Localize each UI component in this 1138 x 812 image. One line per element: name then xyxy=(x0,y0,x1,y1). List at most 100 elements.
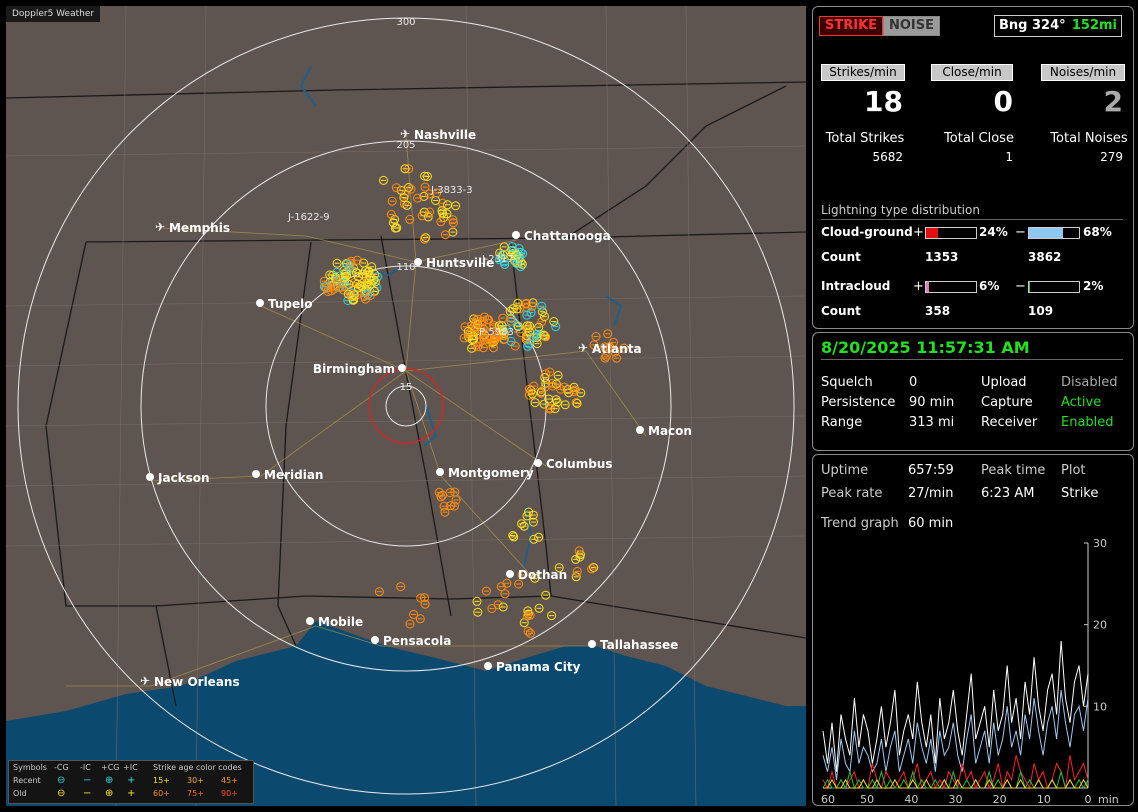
legend-recent-label: Recent xyxy=(13,776,41,785)
strike-marker xyxy=(374,587,384,597)
strike-marker xyxy=(405,619,415,629)
city-name: Columbus xyxy=(546,457,613,471)
y-tick-label: 10 xyxy=(1093,700,1107,713)
map-canvas[interactable]: 300 205 110 15 ✈ Nashville ✈ Memphis Chattan… xyxy=(6,6,806,806)
status-label-2: Range xyxy=(821,415,863,430)
strike-marker xyxy=(379,175,388,185)
strike-button[interactable]: STRIKE xyxy=(819,16,884,36)
status-label2-0: Upload xyxy=(981,375,1027,390)
strike-marker xyxy=(560,400,570,410)
strikes-per-min-header: Strikes/min xyxy=(821,64,905,81)
ic-minus-sign: − xyxy=(1015,279,1026,294)
total-noises-value: 279 xyxy=(1100,150,1123,164)
stats-panel: Uptime 657:59 Peak time Plot Peak rate 2… xyxy=(812,454,1134,806)
noise-button[interactable]: NOISE xyxy=(883,16,941,36)
airport-icon: ✈ xyxy=(140,674,150,688)
legend-age-60: 60+ xyxy=(153,789,170,798)
intracloud-label: Intracloud xyxy=(821,279,891,293)
current-datetime: 8/20/2025 11:57:31 AM xyxy=(821,338,1030,357)
strike-marker xyxy=(549,317,559,326)
strike-marker xyxy=(440,230,450,240)
ic-count-label: Count xyxy=(821,304,861,318)
city-tupelo: Tupelo xyxy=(256,297,313,311)
uptime-value: 657:59 xyxy=(908,463,954,478)
strike-marker xyxy=(481,586,491,596)
strike-marker xyxy=(425,207,435,217)
peak-rate-value: 27/min xyxy=(908,486,954,501)
strike-marker xyxy=(534,603,544,613)
city-pensacola: Pensacola xyxy=(371,634,451,648)
city-name: Panama City xyxy=(496,660,581,674)
city-memphis: ✈ Memphis xyxy=(155,220,230,235)
city-dot xyxy=(588,640,596,648)
rates-panel: STRIKE NOISE Bng 324° 152mi Strikes/min … xyxy=(812,6,1134,329)
ic-positive-bar xyxy=(925,281,977,293)
strike-marker xyxy=(436,492,446,502)
city-name: Chattanooga xyxy=(524,229,611,243)
city-new-orleans: ✈ New Orleans xyxy=(140,674,240,689)
city-dot xyxy=(506,570,514,578)
trend-graph-label: Trend graph xyxy=(821,516,899,531)
bearing-box: Bng 324° 152mi xyxy=(994,15,1122,37)
strike-marker xyxy=(551,322,561,332)
city-dot xyxy=(146,473,154,481)
strike-marker xyxy=(450,487,460,497)
city-name: Tupelo xyxy=(268,297,313,311)
cg-positive-pct: 24% xyxy=(979,225,1008,239)
ic-negative-pct: 2% xyxy=(1083,279,1104,293)
city-montgomery: Montgomery xyxy=(436,466,534,480)
strike-marker xyxy=(572,566,582,576)
x-tick-label: 30 xyxy=(949,793,963,803)
highways xyxy=(66,135,647,687)
city-dot xyxy=(398,364,406,372)
x-tick-label: 0 xyxy=(1085,793,1092,803)
strike-marker xyxy=(499,242,509,252)
strike-marker xyxy=(332,258,342,268)
x-axis-unit: min xyxy=(1098,793,1119,803)
strike-marker xyxy=(510,341,520,351)
strike-marker xyxy=(571,572,581,582)
legend-old-neg-cg-icon: ⊖ xyxy=(57,788,66,799)
city-name: Mobile xyxy=(318,615,363,629)
status-value-2: 313 mi xyxy=(909,415,955,430)
total-close-value: 1 xyxy=(1005,150,1013,164)
city-name: Jackson xyxy=(157,471,210,485)
ic-negative-count: 109 xyxy=(1028,304,1054,318)
ic-plus-sign: + xyxy=(913,279,924,294)
x-tick-label: 20 xyxy=(993,793,1007,803)
status-label2-1: Capture xyxy=(981,395,1033,410)
city-dot xyxy=(256,299,264,307)
peak-time-label: Peak time xyxy=(981,463,1046,478)
city-name: Pensacola xyxy=(383,634,451,648)
strike-marker xyxy=(603,329,613,339)
legend-recent-neg-cg-icon: ⊖ xyxy=(57,775,66,786)
legend-col-neg-cg: -CG xyxy=(54,763,69,772)
status-value2-1: Active xyxy=(1061,395,1102,410)
status-label2-2: Receiver xyxy=(981,415,1038,430)
cg-positive-count: 1353 xyxy=(925,250,959,264)
city-labels: ✈ Nashville✈ MemphisChattanoogaHuntsvilleT… xyxy=(140,127,692,689)
range-label-110: 110 xyxy=(396,262,415,273)
legend-old-pos-cg-icon: ⊕ xyxy=(105,788,114,799)
cg-plus-sign: + xyxy=(913,225,924,240)
city-dot xyxy=(371,636,379,644)
city-dot xyxy=(436,468,444,476)
strike-marker xyxy=(451,201,461,211)
city-macon: Macon xyxy=(636,424,692,438)
city-name: Atlanta xyxy=(592,342,642,356)
lightning-map[interactable]: 300 205 110 15 ✈ Nashville ✈ Memphis Chattan… xyxy=(6,6,806,806)
legend-age-45: 45+ xyxy=(221,776,238,785)
cg-negative-count: 3862 xyxy=(1028,250,1062,264)
distribution-title: Lightning type distribution xyxy=(821,203,980,217)
city-birmingham: Birmingham xyxy=(313,362,406,376)
strike-marker xyxy=(506,336,516,346)
legend-recent-neg-ic-icon: − xyxy=(83,775,92,786)
legend-age-15: 15+ xyxy=(153,776,170,785)
plot-value[interactable]: Strike xyxy=(1061,486,1098,501)
x-tick-label: 10 xyxy=(1037,793,1051,803)
city-name: Macon xyxy=(648,424,692,438)
city-columbus: Columbus xyxy=(534,457,613,471)
legend-col-pos-ic: +IC xyxy=(123,763,138,772)
city-name: New Orleans xyxy=(154,675,240,689)
peak-rate-label: Peak rate xyxy=(821,486,883,501)
